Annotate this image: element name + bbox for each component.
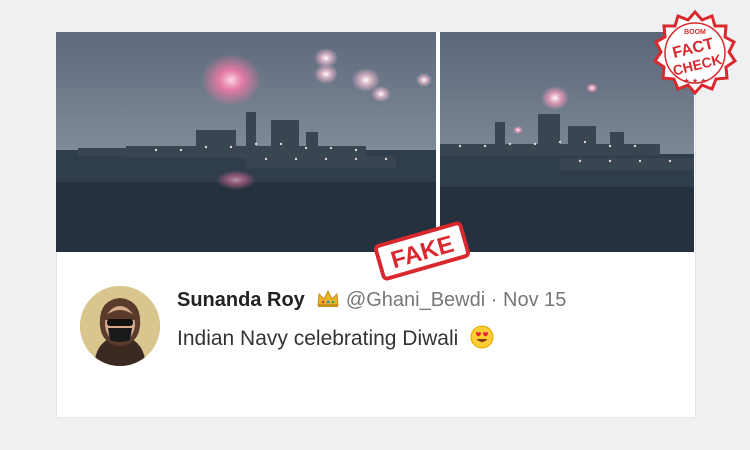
crown-icon xyxy=(316,289,340,315)
tweet-date[interactable]: Nov 15 xyxy=(503,289,566,311)
navy-fireworks-image xyxy=(56,32,436,252)
fact-check-top: BOOM xyxy=(684,29,706,36)
meta-separator: · xyxy=(490,289,498,311)
heart-eyes-emoji-icon xyxy=(470,325,494,355)
svg-text:★ ★ ★: ★ ★ ★ xyxy=(683,77,706,85)
profile-photo xyxy=(80,286,160,366)
avatar[interactable] xyxy=(80,286,160,366)
user-handle[interactable]: @Ghani_Bewdi xyxy=(346,289,485,311)
fact-check-badge: BOOM FACT CHECK ★ ★ ★ xyxy=(650,6,740,106)
tweet-text: Indian Navy celebrating Diwali xyxy=(177,327,459,350)
tweet-header: Sunanda Roy @Ghani_Bewdi · Nov 15 xyxy=(177,289,566,315)
media-image-left[interactable] xyxy=(56,32,436,252)
tweet-media[interactable] xyxy=(56,32,694,252)
display-name[interactable]: Sunanda Roy xyxy=(177,289,305,311)
tweet-text-row: Indian Navy celebrating Diwali xyxy=(177,325,494,355)
